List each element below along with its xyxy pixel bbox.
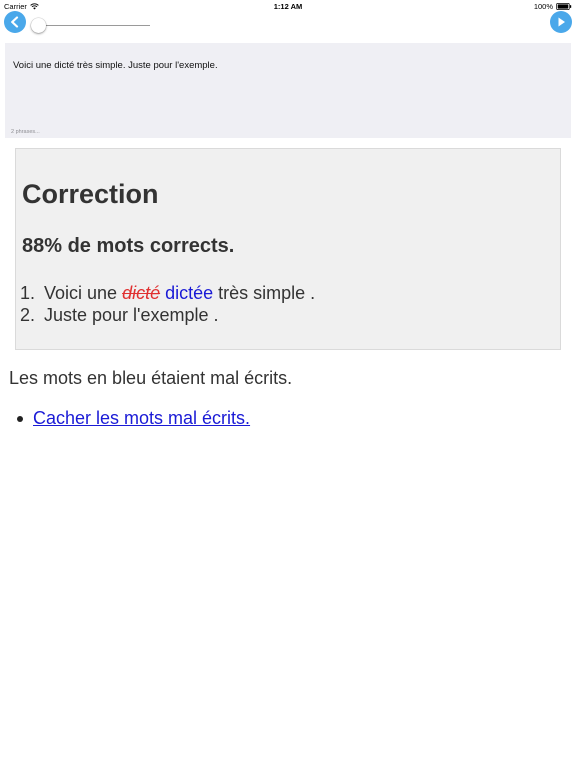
bullet-icon [17,415,23,422]
status-time: 1:12 AM [273,2,303,11]
dictation-textarea[interactable]: Voici une dicté très simple. Juste pour … [5,43,571,138]
slider-track [39,25,150,26]
back-button[interactable] [4,11,26,33]
status-bar: Carrier 1:12 AM 100% [0,0,576,12]
legend-note: Les mots en bleu étaient mal écrits. [9,368,293,388]
list-item: Cacher les mots mal écrits. [17,408,250,429]
slider-thumb[interactable] [31,18,46,33]
sentence-number: 1. [20,283,36,303]
dictation-text: Voici une dicté très simple. Juste pour … [13,60,218,71]
sentence-text: très simple . [213,283,316,303]
battery-percent: 100% [533,2,553,11]
sentence-count: 2 phrases... [11,129,40,135]
sentence-list: 1. Voici une dicté dictée très simple . 2… [20,282,315,326]
correction-panel: Correction 88% de mots corrects. 1. Voici… [15,148,561,350]
sentence-item: 1. Voici une dicté dictée très simple . [20,282,315,304]
sentence-text: Juste pour l'exemple . [44,305,219,325]
wrong-word: dicté [122,283,161,303]
status-right: 100% [534,2,572,11]
play-icon [558,17,565,27]
hide-errors-link[interactable]: Cacher les mots mal écrits. [33,408,250,429]
sentence-text: Voici une [44,283,123,303]
battery-icon [556,3,572,10]
score-heading: 88% de mots corrects. [22,235,235,257]
sentence-number: 2. [20,305,36,325]
chevron-left-icon [11,16,19,28]
corrected-word: dictée [165,283,214,303]
play-button[interactable] [550,11,572,33]
position-slider[interactable] [31,17,151,35]
links-list: Cacher les mots mal écrits. [17,408,250,429]
sentence-item: 2. Juste pour l'exemple . [20,304,315,326]
correction-title: Correction [22,179,159,209]
